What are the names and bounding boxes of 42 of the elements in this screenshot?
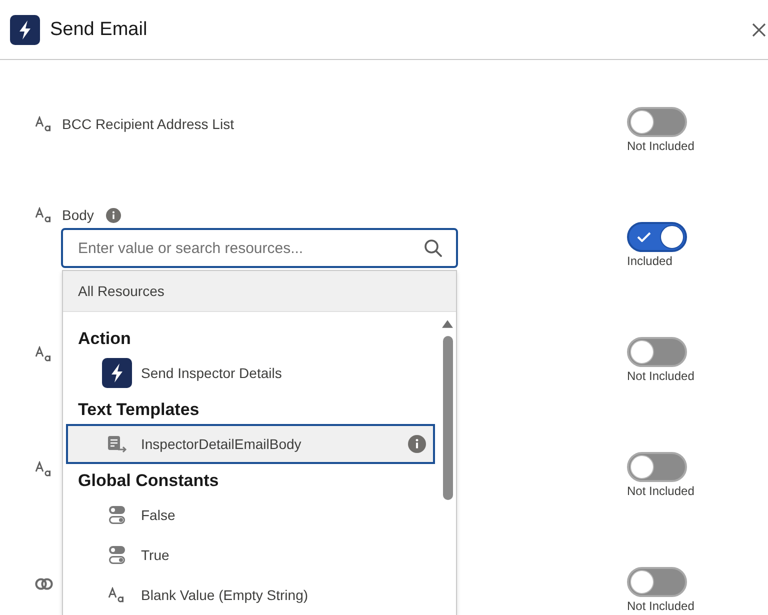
info-icon[interactable] <box>408 435 426 453</box>
lightning-bolt-icon <box>102 358 132 388</box>
text-type-icon <box>35 207 53 223</box>
include-toggle[interactable] <box>627 222 687 252</box>
text-type-icon <box>35 461 53 477</box>
close-button[interactable] <box>752 22 766 36</box>
include-toggle[interactable] <box>627 567 687 597</box>
document-arrow-icon <box>107 435 127 453</box>
resource-option[interactable]: True <box>66 535 435 575</box>
menu-header: All Resources <box>63 271 456 312</box>
text-type-icon <box>35 346 53 362</box>
close-icon <box>752 22 766 36</box>
toggle-switches-icon <box>108 505 126 525</box>
include-toggle[interactable] <box>627 337 687 367</box>
resource-option[interactable]: InspectorDetailEmailBody <box>66 424 435 464</box>
toggle-status: Not Included <box>627 599 694 613</box>
linked-rings-icon <box>35 578 53 590</box>
toggle-status: Not Included <box>627 369 694 383</box>
field-label: Body <box>62 207 94 223</box>
check-icon <box>637 232 651 242</box>
include-toggle[interactable] <box>627 107 687 137</box>
toggle-status: Not Included <box>627 484 694 498</box>
scrollbar-thumb[interactable] <box>442 336 452 500</box>
resource-search-field[interactable]: Enter value or search resources... <box>61 228 458 268</box>
resource-option[interactable]: Send Inspector Details <box>66 353 435 393</box>
toggle-switches-icon <box>108 545 126 565</box>
text-type-icon <box>35 116 53 132</box>
field-label: BCC Recipient Address List <box>62 116 234 132</box>
toggle-status: Not Included <box>627 139 694 153</box>
lightning-bolt-icon <box>10 14 40 44</box>
toggle-status: Included <box>627 254 672 268</box>
group-heading: Global Constants <box>77 470 220 492</box>
text-type-icon <box>108 587 126 603</box>
group-heading: Text Templates <box>77 399 200 421</box>
resource-option[interactable]: False <box>66 495 435 535</box>
info-icon[interactable] <box>106 208 121 222</box>
resource-option[interactable]: Blank Value (Empty String) <box>66 575 435 615</box>
group-heading: Action <box>77 328 132 350</box>
panel-title: Send Email <box>50 18 148 40</box>
search-icon[interactable] <box>424 239 442 257</box>
include-toggle[interactable] <box>627 452 687 482</box>
scroll-up-icon[interactable] <box>442 320 453 328</box>
